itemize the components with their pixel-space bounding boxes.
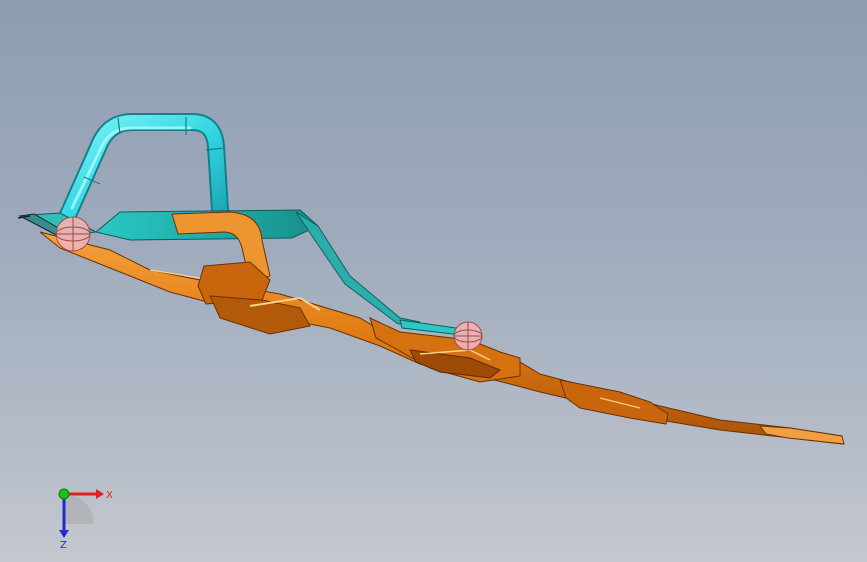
x-axis-arrow-icon [96,489,104,499]
triad-shadow [64,494,94,524]
cyan-tube-frame[interactable] [59,113,229,224]
datum-marker-right[interactable] [453,321,483,351]
z-axis-arrow-icon [59,530,69,538]
cad-viewport[interactable]: X Z [0,0,867,562]
cad-model[interactable] [0,0,867,562]
y-axis-dot-icon [58,488,70,500]
datum-marker-left[interactable] [55,216,91,252]
x-axis-label: X [106,490,113,501]
z-axis-label: Z [60,540,67,550]
axis-triad: X Z [58,488,113,550]
